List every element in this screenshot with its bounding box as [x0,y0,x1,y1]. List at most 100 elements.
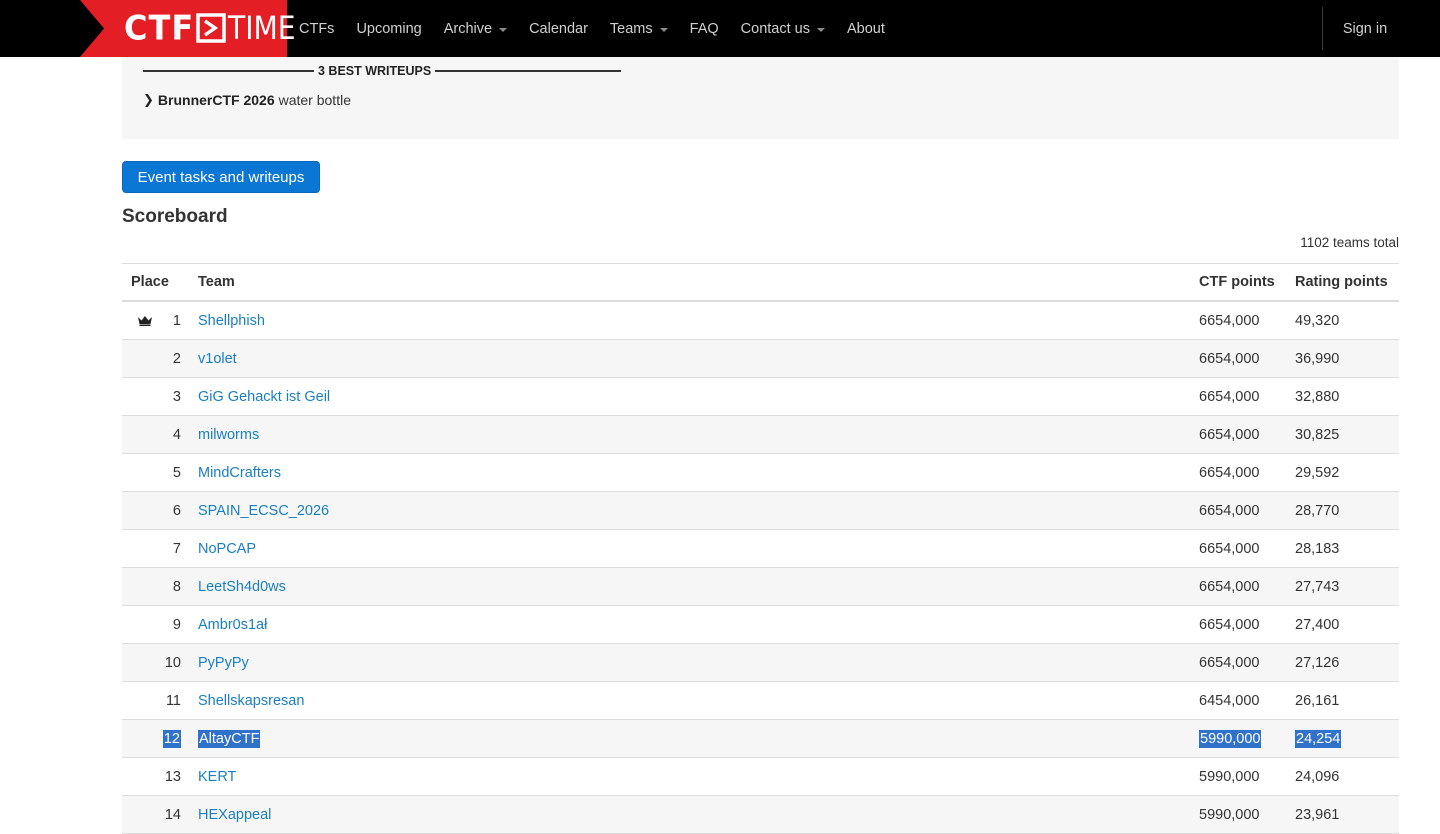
team-link[interactable]: MindCrafters [198,465,281,481]
ctf-points-value: 6654,000 [1199,540,1260,557]
team-link[interactable]: PyPyPy [198,655,249,671]
table-row: 8 LeetSh4d0ws 6654,000 27,743 [122,568,1399,606]
place-cell: 10 [152,644,181,681]
ctf-points-cell: 5990,000 [1199,720,1262,757]
team-cell: MindCrafters [198,454,281,491]
col-header-rating-points: Rating points [1295,274,1388,290]
rating-points-cell: 27,126 [1295,644,1339,681]
team-link[interactable]: Shellskapsresan [198,693,304,709]
place-value: 1 [172,312,181,329]
nav-divider [1322,7,1323,50]
team-cell: Ambr0s1ał [198,606,267,643]
writeup-title[interactable]: water bottle [279,92,351,108]
event-tasks-button[interactable]: Event tasks and writeups [122,161,320,193]
ctf-points-cell: 6654,000 [1199,340,1259,377]
nav-archive[interactable]: Archive [433,0,518,57]
writeup-event[interactable]: BrunnerCTF 2026 [158,92,275,108]
team-cell: SPAIN_ECSC_2026 [198,492,329,529]
rating-points-value: 24,096 [1295,768,1340,785]
rating-points-cell: 23,961 [1295,796,1339,833]
writeup-item[interactable]: ❯ BrunnerCTF 2026 water bottle [143,91,351,109]
table-row: 7 NoPCAP 6654,000 28,183 [122,530,1399,568]
team-link[interactable]: milworms [198,427,259,443]
ctf-points-value: 6654,000 [1199,464,1260,481]
team-link[interactable]: LeetSh4d0ws [198,579,286,595]
ctf-points-cell: 6654,000 [1199,454,1259,491]
rating-points-value: 27,126 [1295,654,1340,671]
nav-calendar-label: Calendar [529,20,588,37]
team-cell: Shellskapsresan [198,682,304,719]
rating-points-value: 30,825 [1295,426,1340,443]
ctf-points-value: 6654,000 [1199,388,1260,405]
place-value: 10 [164,654,181,671]
place-value: 4 [172,426,181,443]
nav-contact-us[interactable]: Contact us [730,0,836,57]
place-cell: 6 [152,492,181,529]
place-value: 9 [172,616,181,633]
sign-in-link[interactable]: Sign in [1330,0,1400,57]
team-cell: PyPyPy [198,644,249,681]
team-link[interactable]: v1olet [198,351,237,367]
team-cell: v1olet [198,340,237,377]
rating-points-value: 23,961 [1295,806,1340,823]
rating-points-value: 29,592 [1295,464,1340,481]
main-menu: CTFs Upcoming Archive Calendar Teams FAQ… [288,0,896,57]
team-cell: AltayCTF [198,720,261,757]
chevron-right-icon: ❯ [143,92,154,107]
place-value: 12 [162,729,181,748]
ctftime-logo[interactable]: CTF TIME [0,0,296,57]
col-header-ctf-points: CTF points [1199,274,1275,290]
place-cell: 4 [152,416,181,453]
table-row: 12 AltayCTF 5990,000 24,254 [122,720,1399,758]
team-link[interactable]: KERT [198,769,236,785]
col-header-place: Place [131,274,169,290]
teams-total: 1102 teams total [1300,235,1399,250]
place-cell: 5 [152,454,181,491]
logo-text-time: TIME [228,9,296,47]
ctf-points-cell: 6654,000 [1199,530,1259,567]
team-link[interactable]: HEXappeal [198,807,271,823]
ctf-points-cell: 5990,000 [1199,758,1259,795]
table-row: 10 PyPyPy 6654,000 27,126 [122,644,1399,682]
nav-calendar[interactable]: Calendar [518,0,599,57]
table-row: 6 SPAIN_ECSC_2026 6654,000 28,770 [122,492,1399,530]
writeups-heading-text: 3 BEST WRITEUPS [318,64,432,78]
rating-points-value: 27,400 [1295,616,1340,633]
team-cell: Shellphish [198,302,265,339]
ctf-points-cell: 6654,000 [1199,568,1259,605]
team-link[interactable]: Ambr0s1ał [198,617,267,633]
ctf-points-value: 6654,000 [1199,616,1260,633]
ctf-points-value: 5990,000 [1199,729,1262,748]
nav-teams[interactable]: Teams [599,0,679,57]
ctf-points-value: 6654,000 [1199,578,1260,595]
nav-upcoming[interactable]: Upcoming [345,0,432,57]
nav-about[interactable]: About [836,0,896,57]
team-cell: milworms [198,416,259,453]
team-link[interactable]: NoPCAP [198,541,256,557]
place-cell: 14 [152,796,181,833]
nav-teams-label: Teams [609,20,653,37]
rating-points-cell: 28,183 [1295,530,1339,567]
rating-points-value: 36,990 [1295,350,1340,367]
rating-points-cell: 24,254 [1295,720,1342,757]
nav-ctfs[interactable]: CTFs [288,0,345,57]
team-link[interactable]: AltayCTF [198,729,261,748]
team-cell: GiG Gehackt ist Geil [198,378,330,415]
place-cell: 12 [152,720,181,757]
place-cell: 2 [152,340,181,377]
place-cell: 13 [152,758,181,795]
nav-faq[interactable]: FAQ [679,0,730,57]
team-link[interactable]: Shellphish [198,313,265,329]
nav-faq-label: FAQ [689,20,719,37]
place-cell: 1 [152,302,181,339]
ctf-points-cell: 6654,000 [1199,492,1259,529]
ctf-points-value: 5990,000 [1199,768,1260,785]
nav-upcoming-label: Upcoming [356,20,422,37]
place-cell: 7 [152,530,181,567]
rating-points-cell: 32,880 [1295,378,1339,415]
team-link[interactable]: GiG Gehackt ist Geil [198,389,330,405]
place-value: 3 [172,388,181,405]
rating-points-value: 49,320 [1295,312,1340,329]
team-link[interactable]: SPAIN_ECSC_2026 [198,503,329,519]
ctf-points-value: 6454,000 [1199,692,1260,709]
